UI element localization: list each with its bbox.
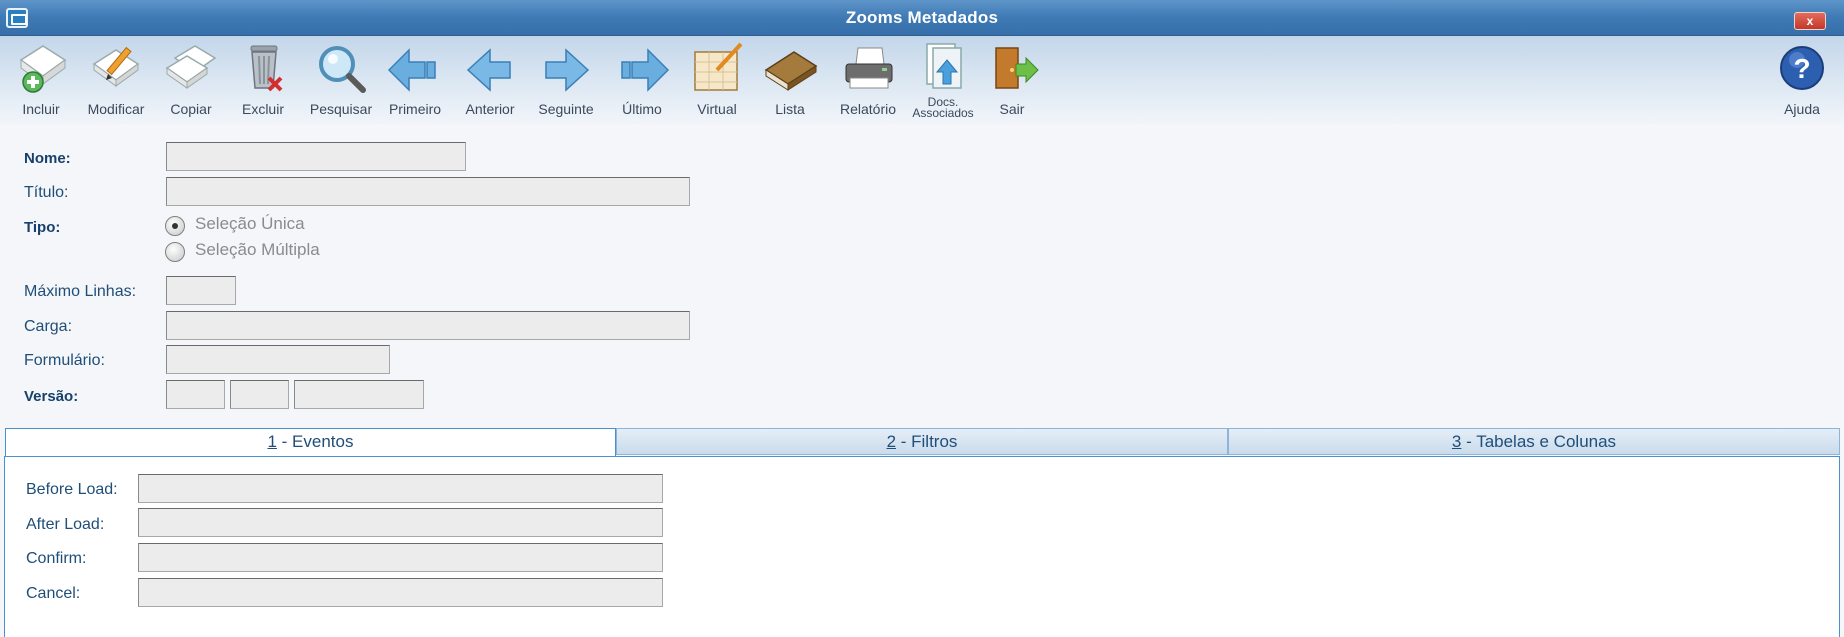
- nome-label: Nome:: [24, 150, 71, 167]
- tab-tabelas-colunas[interactable]: 3 - Tabelas e Colunas: [1228, 428, 1840, 455]
- tab-eventos-number: 1: [267, 432, 277, 451]
- ajuda-button[interactable]: ? Ajuda: [1763, 40, 1841, 122]
- anterior-label: Anterior: [465, 101, 515, 117]
- pesquisar-label: Pesquisar: [309, 101, 373, 117]
- incluir-button[interactable]: Incluir: [2, 40, 80, 122]
- seguinte-button[interactable]: Seguinte: [527, 40, 605, 122]
- previous-record-arrow-icon: [460, 40, 520, 98]
- tab-filtros[interactable]: 2 - Filtros: [616, 428, 1228, 455]
- edit-pencil-icon: [86, 40, 146, 98]
- tipo-option-multipla[interactable]: Seleção Múltipla: [165, 240, 365, 264]
- first-record-arrow-icon: [385, 40, 445, 98]
- excluir-button[interactable]: Excluir: [224, 40, 302, 122]
- tipo-option-multipla-label: Seleção Múltipla: [195, 240, 320, 259]
- versao-build-input[interactable]: [294, 380, 424, 409]
- nome-input[interactable]: [166, 142, 466, 171]
- before-load-label: Before Load:: [26, 481, 118, 498]
- seguinte-label: Seguinte: [538, 101, 594, 117]
- tab-eventos[interactable]: 1 - Eventos: [5, 428, 616, 456]
- tipo-label: Tipo:: [24, 219, 61, 236]
- toolbar: Incluir Modificar Copiar Excluir Pesquis…: [0, 36, 1844, 124]
- tab-tabelas-label: - Tabelas e Colunas: [1461, 432, 1617, 451]
- relatorio-label: Relatório: [839, 101, 897, 117]
- associated-docs-upload-icon: [913, 40, 973, 98]
- formulario-label: Formulário:: [24, 352, 105, 369]
- copiar-button[interactable]: Copiar: [152, 40, 230, 122]
- virtual-grid-pencil-icon: [687, 40, 747, 98]
- after-load-label: After Load:: [26, 516, 105, 533]
- docs-line2: Associados: [912, 106, 974, 120]
- last-record-arrow-icon: [612, 40, 672, 98]
- relatorio-button[interactable]: Relatório: [829, 40, 907, 122]
- book-list-icon: [760, 40, 820, 98]
- docs-associados-button[interactable]: Docs. Associados: [904, 40, 982, 122]
- magnifier-search-icon: [311, 40, 371, 98]
- primeiro-button[interactable]: Primeiro: [376, 40, 454, 122]
- copiar-label: Copiar: [170, 101, 212, 117]
- tipo-option-unica[interactable]: Seleção Única: [165, 214, 365, 238]
- confirm-label: Confirm:: [26, 550, 87, 567]
- before-load-input[interactable]: [138, 474, 663, 503]
- next-record-arrow-icon: [536, 40, 596, 98]
- help-question-icon: ?: [1772, 40, 1832, 98]
- radio-unica[interactable]: [165, 216, 185, 236]
- incluir-label: Incluir: [22, 101, 60, 117]
- confirm-input[interactable]: [138, 543, 663, 572]
- carga-label: Carga:: [24, 318, 73, 335]
- close-button[interactable]: x: [1794, 12, 1826, 30]
- max-linhas-input[interactable]: [166, 276, 236, 305]
- lista-button[interactable]: Lista: [751, 40, 829, 122]
- pesquisar-button[interactable]: Pesquisar: [302, 40, 380, 122]
- cancel-input[interactable]: [138, 578, 663, 607]
- virtual-label: Virtual: [697, 101, 737, 117]
- ultimo-label: Último: [622, 101, 662, 117]
- versao-label: Versão:: [24, 388, 79, 405]
- svg-text:?: ?: [1793, 53, 1810, 84]
- tab-eventos-label: - Eventos: [276, 432, 354, 451]
- copy-documents-icon: [161, 40, 221, 98]
- after-load-input[interactable]: [138, 508, 663, 537]
- modificar-label: Modificar: [87, 101, 145, 117]
- titulo-input[interactable]: [166, 177, 690, 206]
- excluir-label: Excluir: [241, 101, 284, 117]
- lista-label: Lista: [775, 101, 805, 117]
- formulario-input[interactable]: [166, 345, 390, 374]
- exit-door-icon: [982, 40, 1042, 98]
- max-linhas-label: Máximo Linhas:: [24, 283, 137, 300]
- cancel-label: Cancel:: [26, 585, 81, 602]
- anterior-button[interactable]: Anterior: [451, 40, 529, 122]
- modificar-button[interactable]: Modificar: [77, 40, 155, 122]
- tab-filtros-number: 2: [886, 432, 897, 451]
- tipo-option-unica-label: Seleção Única: [195, 214, 305, 233]
- sair-label: Sair: [999, 101, 1025, 117]
- tab-tabelas-number: 3: [1451, 432, 1462, 451]
- title-bar: Zooms Metadados x: [0, 0, 1844, 36]
- titulo-label: Título:: [24, 184, 69, 201]
- trash-delete-icon: [233, 40, 293, 98]
- carga-input[interactable]: [166, 311, 690, 340]
- sair-button[interactable]: Sair: [973, 40, 1051, 122]
- window-title: Zooms Metadados: [845, 8, 999, 27]
- ajuda-label: Ajuda: [1784, 101, 1820, 117]
- versao-minor-input[interactable]: [230, 380, 289, 409]
- radio-multipla[interactable]: [165, 242, 185, 262]
- versao-major-input[interactable]: [166, 380, 225, 409]
- primeiro-label: Primeiro: [388, 101, 442, 117]
- virtual-button[interactable]: Virtual: [678, 40, 756, 122]
- ultimo-button[interactable]: Último: [603, 40, 681, 122]
- add-document-icon: [11, 40, 71, 98]
- printer-report-icon: [838, 40, 898, 98]
- tab-filtros-label: - Filtros: [896, 432, 958, 451]
